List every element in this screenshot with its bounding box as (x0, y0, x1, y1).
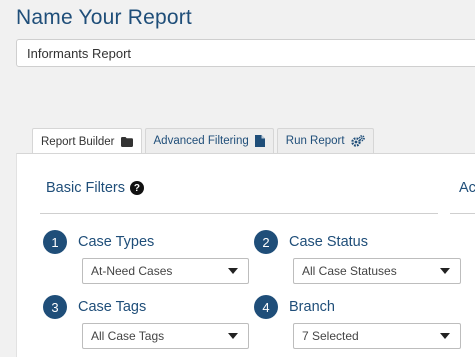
tab-label: Advanced Filtering (153, 135, 249, 147)
tab-run-report[interactable]: Run Report (276, 128, 374, 153)
next-section-divider (450, 213, 475, 214)
basic-filters-title: Basic Filters (46, 180, 125, 196)
caret-down-icon (440, 333, 450, 339)
file-icon (254, 135, 265, 147)
filter-label: Case Status (289, 234, 368, 250)
select-value: All Case Statuses (302, 264, 397, 278)
step-number: 2 (254, 230, 278, 254)
filter-label: Branch (289, 299, 335, 315)
report-tabs: Report Builder Advanced Filtering Run Re… (32, 128, 377, 154)
select-value: All Case Tags (91, 329, 165, 343)
filter-branch: 4 Branch (254, 295, 335, 319)
case-tags-select[interactable]: All Case Tags (82, 323, 249, 349)
filter-case-types: 1 Case Types (43, 230, 154, 254)
filter-case-status: 2 Case Status (254, 230, 368, 254)
branch-select[interactable]: 7 Selected (293, 323, 461, 349)
report-name-input[interactable] (16, 39, 475, 67)
folder-icon (120, 136, 133, 147)
caret-down-icon (228, 333, 238, 339)
filter-case-tags: 3 Case Tags (43, 295, 146, 319)
question-circle-icon[interactable]: ? (129, 181, 144, 195)
cogs-icon (350, 135, 365, 147)
tab-advanced-filtering[interactable]: Advanced Filtering (144, 128, 274, 153)
case-status-select[interactable]: All Case Statuses (293, 258, 461, 284)
case-types-select[interactable]: At-Need Cases (82, 258, 249, 284)
caret-down-icon (440, 268, 450, 274)
select-value: 7 Selected (302, 329, 359, 343)
tab-label: Report Builder (41, 135, 115, 148)
filter-label: Case Types (78, 234, 155, 250)
tab-report-builder[interactable]: Report Builder (32, 128, 142, 154)
step-number: 1 (43, 230, 67, 254)
basic-filters-heading: Basic Filters ? (46, 180, 144, 196)
basic-filters-divider (40, 213, 438, 214)
select-value: At-Need Cases (91, 264, 173, 278)
caret-down-icon (228, 268, 238, 274)
next-section-title: Ac (459, 180, 475, 196)
step-number: 3 (43, 295, 67, 319)
filter-label: Case Tags (78, 299, 147, 315)
step-number: 4 (254, 295, 278, 319)
tab-label: Run Report (285, 135, 345, 147)
page-title: Name Your Report (16, 6, 192, 29)
